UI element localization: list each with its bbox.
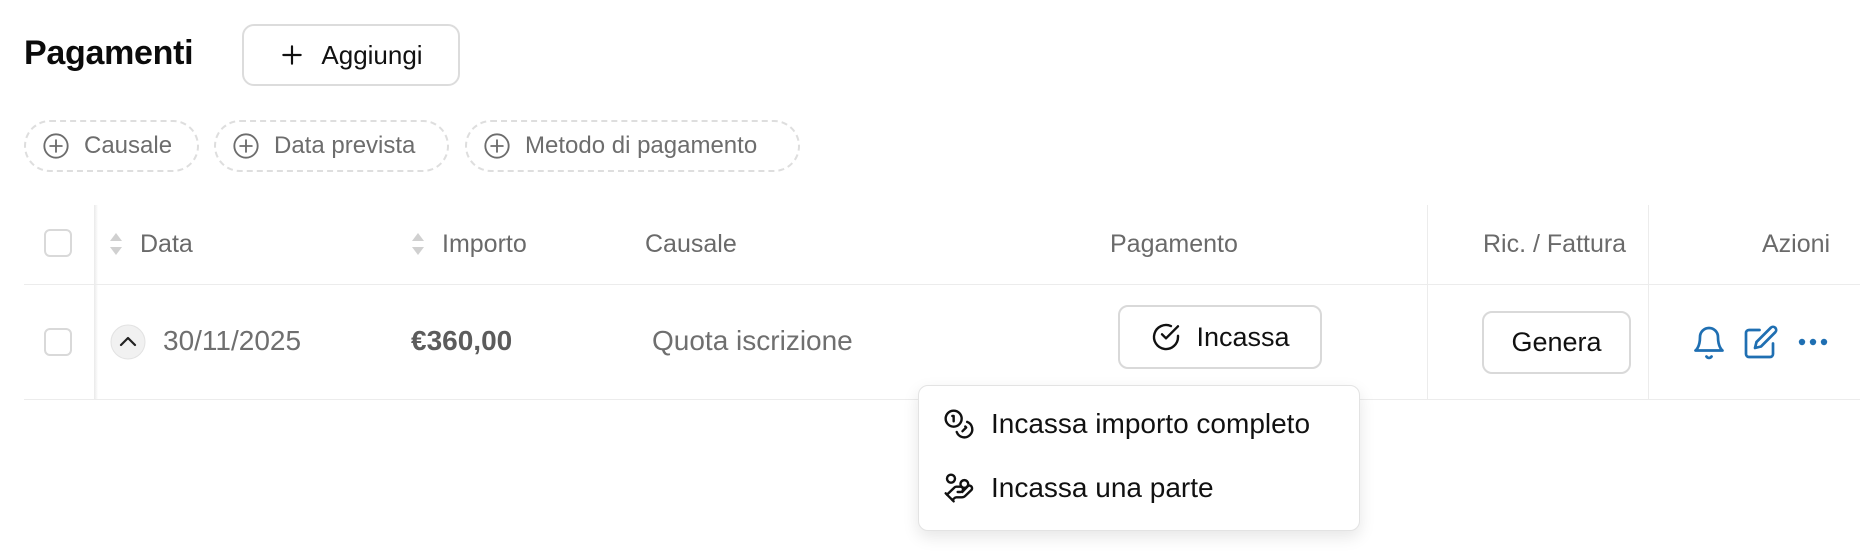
incassa-button-label: Incassa [1196, 321, 1290, 352]
row-select-checkbox[interactable] [44, 328, 72, 356]
plus-circle-icon [43, 133, 69, 159]
column-header-pagamento: Pagamento [1110, 230, 1238, 258]
column-header-importo[interactable]: Importo [442, 230, 527, 259]
column-header-causale: Causale [645, 230, 737, 258]
filter-chip-label: Data prevista [274, 132, 416, 159]
sticky-column-shadow [94, 205, 98, 400]
edit-icon[interactable] [1743, 324, 1779, 360]
filter-chip-data-prevista[interactable]: Data prevista [214, 120, 449, 172]
header-row-divider [24, 284, 1860, 285]
add-payment-button[interactable]: Aggiungi [242, 24, 460, 86]
menu-item-label: Incassa una parte [991, 472, 1214, 503]
incassa-dropdown-menu: Incassa importo completo Incassa una par… [918, 385, 1360, 531]
filter-chip-metodo-pagamento[interactable]: Metodo di pagamento [465, 120, 800, 172]
row-amount: €360,00 [411, 325, 513, 356]
chevron-up-icon[interactable] [110, 324, 146, 360]
column-divider [1648, 205, 1649, 400]
more-options-icon[interactable] [1795, 328, 1831, 356]
bell-icon[interactable] [1691, 325, 1727, 361]
page-title: Pagamenti [24, 34, 194, 72]
genera-button-label: Genera [1511, 327, 1602, 357]
check-circle-icon [1153, 323, 1180, 351]
filter-chip-label: Metodo di pagamento [525, 132, 758, 159]
row-date: 30/11/2025 [163, 325, 302, 356]
plus-icon [282, 45, 303, 65]
plus-circle-icon [233, 133, 259, 159]
menu-item-incassa-completo[interactable]: Incassa importo completo [943, 408, 1310, 440]
sort-icon[interactable] [410, 231, 426, 257]
filter-chip-label: Causale [84, 132, 173, 159]
genera-button[interactable]: Genera [1482, 311, 1631, 374]
incassa-button[interactable]: Incassa [1118, 305, 1322, 369]
column-divider [1427, 205, 1428, 400]
row-causale: Quota iscrizione [652, 325, 853, 356]
add-button-label: Aggiungi [321, 39, 423, 70]
filter-chip-causale[interactable]: Causale [24, 120, 199, 172]
hand-coins-icon [944, 473, 974, 503]
plus-circle-icon [484, 133, 510, 159]
coins-icon [944, 409, 974, 439]
column-header-ricevuta-fattura: Ric. / Fattura [1483, 230, 1627, 258]
select-all-checkbox[interactable] [44, 229, 72, 257]
menu-item-incassa-parte[interactable]: Incassa una parte [943, 472, 1214, 504]
column-header-azioni: Azioni [1762, 230, 1831, 258]
menu-item-label: Incassa importo completo [991, 408, 1311, 439]
column-header-data[interactable]: Data [140, 230, 193, 259]
sort-icon[interactable] [108, 231, 124, 257]
